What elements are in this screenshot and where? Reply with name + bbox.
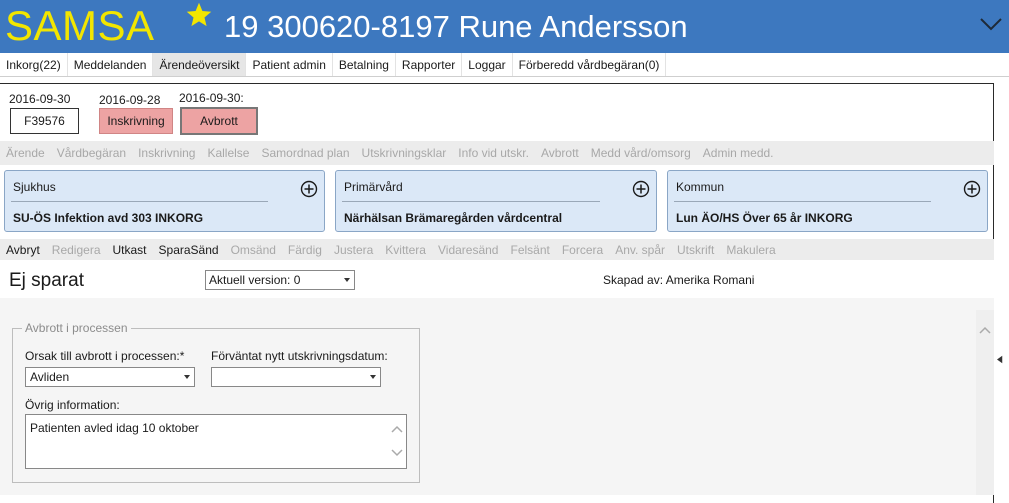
menu-item-payment[interactable]: Betalning [333, 53, 396, 76]
card-divider [11, 201, 268, 202]
action-vidaresand[interactable]: Vidaresänd [432, 239, 505, 260]
vertical-scrollbar[interactable] [976, 310, 994, 495]
card-unit: SU-ÖS Infektion avd 303 INKORG [13, 211, 204, 225]
main-menu: Inkorg(22) Meddelanden Ärendeöversikt Pa… [0, 53, 1009, 77]
action-bar: Avbryt Redigera Utkast SparaSänd Omsänd … [0, 239, 994, 261]
action-omsand[interactable]: Omsänd [225, 239, 282, 260]
process-tab-utskrivningsklar[interactable]: Utskrivningsklar [356, 141, 453, 165]
timeline-step-inskrivning[interactable]: Inskrivning [99, 108, 173, 134]
version-select-value: Aktuell version: 0 [209, 273, 301, 287]
reason-select-value: Avliden [30, 370, 70, 384]
dropdown-caret-icon [344, 278, 350, 282]
app-header: SAMSA 19 300620-8197 Rune Andersson [0, 0, 1009, 53]
action-kvittera[interactable]: Kvittera [379, 239, 432, 260]
action-felsant[interactable]: Felsänt [504, 239, 555, 260]
case-id-box[interactable]: F39576 [10, 108, 79, 134]
card-title: Sjukhus [13, 180, 56, 194]
action-redigera[interactable]: Redigera [46, 239, 107, 260]
timeline-date-2: 2016-09-28 [99, 93, 161, 107]
reason-select[interactable]: Avliden [25, 367, 195, 387]
scroll-down-icon[interactable] [391, 449, 403, 457]
process-tab-info-vid-utskr[interactable]: Info vid utskr. [452, 141, 535, 165]
card-title: Primärvård [344, 180, 403, 194]
plus-circle-icon[interactable] [963, 180, 981, 198]
group-title: Avbrott i processen [22, 321, 131, 335]
card-kommun: Kommun Lun ÄO/HS Över 65 år INKORG [667, 170, 988, 232]
scroll-up-icon[interactable] [979, 326, 991, 334]
side-collapse-bar[interactable] [994, 83, 1009, 495]
action-utskrift[interactable]: Utskrift [671, 239, 720, 260]
card-unit: Närhälsan Brämaregården vårdcentral [344, 211, 563, 225]
card-unit: Lun ÄO/HS Över 65 år INKORG [676, 211, 853, 225]
process-tab-admin-medd[interactable]: Admin medd. [697, 141, 780, 165]
info-textarea-value: Patienten avled idag 10 oktober [30, 421, 199, 435]
patient-title: 19 300620-8197 Rune Andersson [224, 9, 688, 44]
version-select[interactable]: Aktuell version: 0 [205, 270, 355, 290]
action-utkast[interactable]: Utkast [107, 239, 153, 260]
card-primarvard: Primärvård Närhälsan Brämaregården vårdc… [335, 170, 657, 232]
card-divider [342, 201, 600, 202]
process-tab-bar: Ärende Vårdbegäran Inskrivning Kallelse … [0, 141, 994, 165]
card-title: Kommun [676, 180, 725, 194]
star-icon[interactable] [184, 1, 214, 29]
menu-item-prepared-requests[interactable]: Förberedd vårdbegäran(0) [513, 53, 667, 76]
menu-item-patient-admin[interactable]: Patient admin [246, 53, 333, 76]
info-textarea[interactable]: Patienten avled idag 10 oktober [25, 414, 407, 469]
scroll-up-icon[interactable] [391, 425, 403, 433]
app-logo: SAMSA [5, 2, 155, 49]
expected-date-select[interactable] [211, 367, 381, 387]
timeline-date-1: 2016-09-30 [9, 92, 71, 106]
process-tab-vardbegaran[interactable]: Vårdbegäran [51, 141, 132, 165]
process-tab-samordnad-plan[interactable]: Samordnad plan [255, 141, 355, 165]
timeline-step-avbrott[interactable]: Avbrott [180, 107, 258, 135]
form-status: Ej sparat [9, 270, 84, 291]
process-tab-kallelse[interactable]: Kallelse [201, 141, 255, 165]
menu-item-messages[interactable]: Meddelanden [68, 53, 154, 76]
info-label: Övrig information: [25, 398, 120, 412]
process-tab-arende[interactable]: Ärende [0, 141, 51, 165]
card-sjukhus: Sjukhus SU-ÖS Infektion avd 303 INKORG [4, 170, 325, 232]
created-by: Skapad av: Amerika Romani [603, 273, 755, 287]
chevron-down-icon[interactable] [980, 17, 1002, 31]
action-avbryt[interactable]: Avbryt [0, 239, 46, 260]
timeline-date-3: 2016-09-30: [179, 91, 244, 105]
form-title-bar [0, 260, 994, 298]
dropdown-caret-icon [184, 375, 190, 379]
menu-item-inbox[interactable]: Inkorg(22) [0, 53, 68, 76]
menu-item-reports[interactable]: Rapporter [396, 53, 463, 76]
action-justera[interactable]: Justera [328, 239, 379, 260]
process-tab-inskrivning[interactable]: Inskrivning [132, 141, 201, 165]
reason-label: Orsak till avbrott i processen:* [25, 349, 185, 363]
process-tab-medd-vard-omsorg[interactable]: Medd vård/omsorg [585, 141, 697, 165]
action-anv-spar[interactable]: Anv. spår [609, 239, 671, 260]
action-sparasand[interactable]: SparaSänd [153, 239, 225, 260]
action-forcera[interactable]: Forcera [556, 239, 609, 260]
expected-date-label: Förväntat nytt utskrivningsdatum: [211, 349, 388, 363]
action-fardig[interactable]: Färdig [282, 239, 328, 260]
menu-item-logs[interactable]: Loggar [462, 53, 513, 76]
dropdown-caret-icon [370, 375, 376, 379]
menu-item-case-overview[interactable]: Ärendeöversikt [153, 53, 247, 76]
action-makulera[interactable]: Makulera [720, 239, 781, 260]
plus-circle-icon[interactable] [300, 180, 318, 198]
collapse-arrow-icon[interactable] [997, 355, 1003, 364]
plus-circle-icon[interactable] [632, 180, 650, 198]
process-tab-avbrott[interactable]: Avbrott [535, 141, 585, 165]
card-divider [674, 201, 931, 202]
